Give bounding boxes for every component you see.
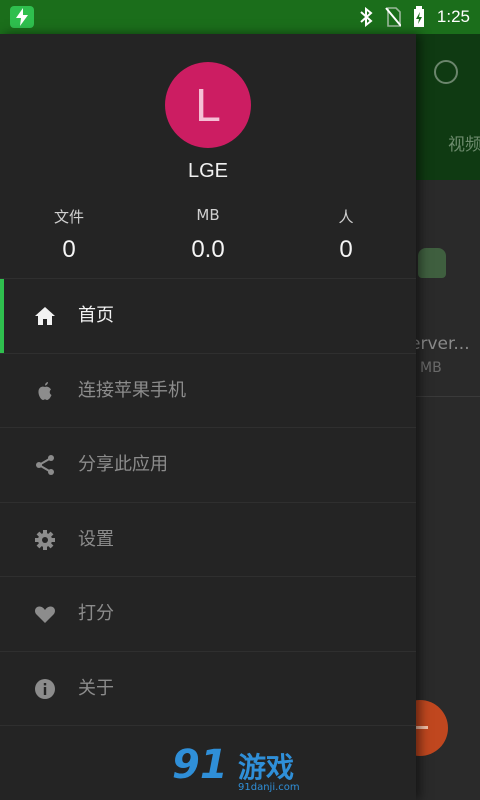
battery-charging-icon: [413, 6, 424, 27]
menu-item-label: 设置: [78, 528, 114, 550]
navigation-drawer: L LGE 文件 0 MB 0.0 人 0 首页 连接苹果手机 分享此应用 设置: [0, 34, 416, 800]
stat-value: 0: [62, 236, 76, 263]
stat-value: 0.0: [191, 236, 225, 263]
menu-item-settings[interactable]: 设置: [0, 503, 416, 577]
clock: 1:25: [436, 7, 470, 26]
menu-item-connect-iphone[interactable]: 连接苹果手机: [0, 354, 416, 428]
stat-label: MB: [196, 206, 220, 224]
background-list-item-name: erver...: [410, 334, 470, 354]
menu-item-label: 分享此应用: [78, 454, 168, 475]
stat-label: 文件: [53, 208, 84, 226]
watermark-text: 游戏: [238, 751, 295, 784]
menu-item-label: 连接苹果手机: [78, 379, 186, 401]
username: LGE: [187, 160, 229, 182]
home-icon: [35, 307, 55, 325]
watermark-logo: 91: [172, 742, 228, 788]
apple-icon: [38, 381, 52, 400]
divider: [416, 396, 480, 397]
menu-item-label: 打分: [78, 603, 114, 624]
stat-value: 0: [339, 236, 353, 263]
status-bar: 1:25: [0, 0, 480, 34]
stat-label: 人: [338, 208, 354, 226]
watermark-url: 91danji.com: [238, 782, 300, 793]
menu-item-label: 首页: [78, 305, 114, 326]
drawer-menu: 首页 连接苹果手机 分享此应用 设置 打分 关于: [0, 278, 416, 726]
background-tab: 视频: [448, 135, 480, 155]
charging-app-icon: [10, 6, 34, 28]
menu-item-rate[interactable]: 打分: [0, 577, 416, 652]
share-icon: [36, 455, 54, 475]
info-icon: [434, 60, 458, 84]
heart-icon: [35, 606, 55, 623]
stat-mb: MB 0.0: [148, 206, 268, 264]
stat-people: 人 0: [286, 206, 406, 264]
menu-item-share-app[interactable]: 分享此应用: [0, 428, 416, 503]
no-sim-icon: [385, 7, 401, 27]
avatar[interactable]: L: [165, 62, 251, 148]
info-icon: [35, 678, 55, 699]
stat-files: 文件 0: [9, 206, 129, 264]
watermark: 91 游戏 91danji.com: [172, 742, 312, 798]
menu-item-about[interactable]: 关于: [0, 652, 416, 726]
menu-item-home[interactable]: 首页: [0, 279, 416, 354]
gear-icon: [35, 529, 55, 550]
android-icon: [418, 248, 446, 278]
background-list-item-size: MB: [420, 360, 442, 376]
menu-item-label: 关于: [78, 677, 114, 699]
bluetooth-icon: [360, 7, 373, 27]
